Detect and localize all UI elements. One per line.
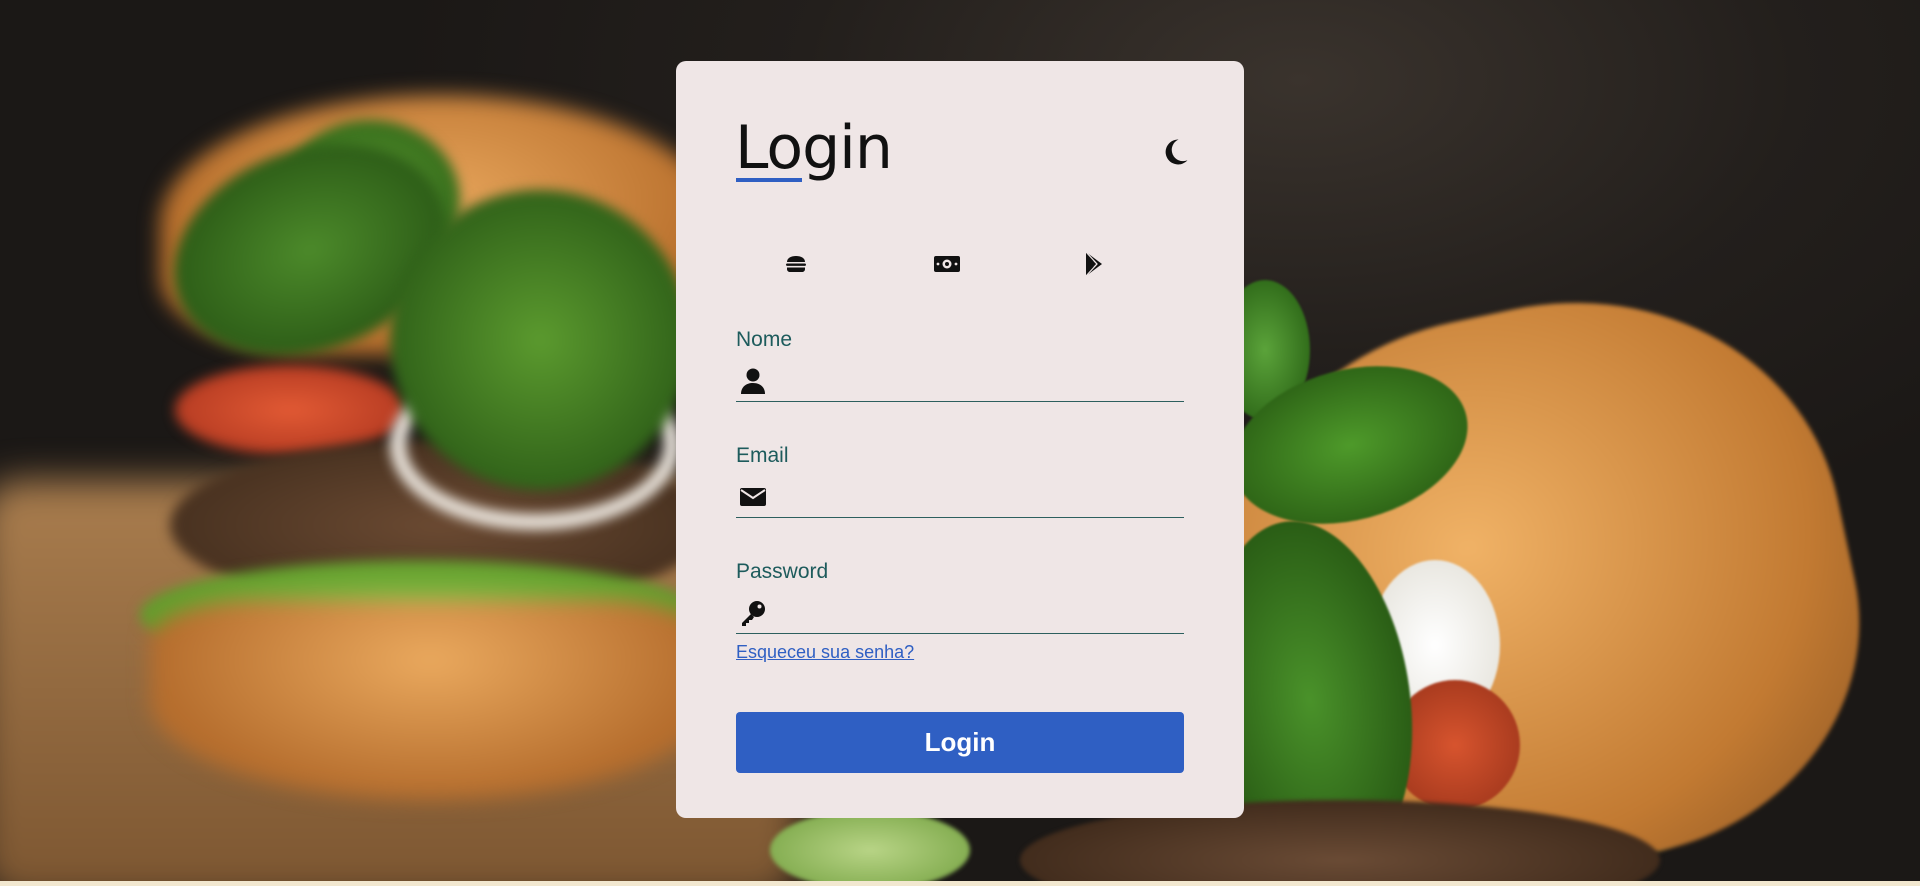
name-label: Nome: [736, 328, 793, 351]
moon-icon[interactable]: [1158, 135, 1192, 169]
password-field: Password: [736, 560, 1184, 634]
email-input[interactable]: [768, 476, 1184, 517]
money-bill-icon[interactable]: [927, 244, 967, 284]
email-label: Email: [736, 444, 789, 467]
envelope-icon: [738, 482, 768, 512]
login-button[interactable]: Login: [736, 712, 1184, 773]
password-input-wrapper: [736, 592, 1184, 634]
name-input[interactable]: [768, 360, 1184, 401]
email-field: Email: [736, 444, 1184, 518]
google-play-icon[interactable]: [1075, 244, 1115, 284]
user-icon: [738, 366, 768, 396]
tomato-slice: [175, 365, 405, 455]
password-label: Password: [736, 560, 829, 583]
lettuce: [770, 810, 970, 886]
password-input[interactable]: [768, 592, 1184, 633]
key-icon: [738, 598, 768, 628]
page-title: Login: [735, 113, 893, 183]
social-icon-row: [676, 244, 1244, 284]
login-card: Login Nome Email Password Esqueceu sua s…: [676, 61, 1244, 818]
burger-icon[interactable]: [776, 244, 816, 284]
email-input-wrapper: [736, 476, 1184, 518]
bottom-edge: [0, 881, 1920, 886]
forgot-password-link[interactable]: Esqueceu sua senha?: [736, 642, 914, 663]
name-field: Nome: [736, 328, 1184, 402]
title-underline: [736, 178, 802, 182]
name-input-wrapper: [736, 360, 1184, 402]
bun-bottom-left: [150, 600, 710, 800]
